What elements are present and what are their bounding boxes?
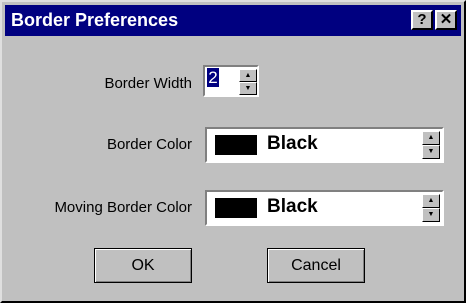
border-color-spinner[interactable]: ▲ ▼ [422, 131, 440, 159]
moving-border-color-swatch [215, 198, 257, 218]
border-color-select[interactable]: Black ▲ ▼ [205, 127, 444, 163]
border-color-value: Black [267, 133, 318, 154]
border-color-label: Border Color [106, 136, 192, 153]
help-button[interactable]: ? [411, 10, 433, 30]
spin-up-icon[interactable]: ▲ [239, 69, 257, 82]
border-color-swatch [215, 135, 257, 155]
spin-down-icon[interactable]: ▼ [422, 208, 440, 222]
moving-border-color-spinner[interactable]: ▲ ▼ [422, 194, 440, 222]
spin-up-icon[interactable]: ▲ [422, 131, 440, 145]
moving-border-color-label: Moving Border Color [54, 199, 192, 216]
spin-up-icon[interactable]: ▲ [422, 194, 440, 208]
spin-down-icon[interactable]: ▼ [239, 82, 257, 95]
window-title: Border Preferences [11, 10, 179, 30]
close-button[interactable]: ✕ [435, 10, 457, 30]
cancel-button[interactable]: Cancel [267, 248, 365, 283]
border-width-field[interactable]: 2 ▲ ▼ [203, 65, 259, 97]
border-width-spinner[interactable]: ▲ ▼ [239, 69, 257, 95]
title-bar: Border Preferences ? ✕ [5, 5, 461, 36]
spin-down-icon[interactable]: ▼ [422, 145, 440, 159]
border-preferences-dialog: Border Preferences ? ✕ Border Width 2 ▲ … [0, 0, 466, 303]
moving-border-color-value: Black [267, 196, 318, 217]
ok-button[interactable]: OK [94, 248, 192, 283]
moving-border-color-select[interactable]: Black ▲ ▼ [205, 190, 444, 226]
border-width-value[interactable]: 2 [207, 68, 219, 87]
border-width-label: Border Width [104, 75, 192, 92]
